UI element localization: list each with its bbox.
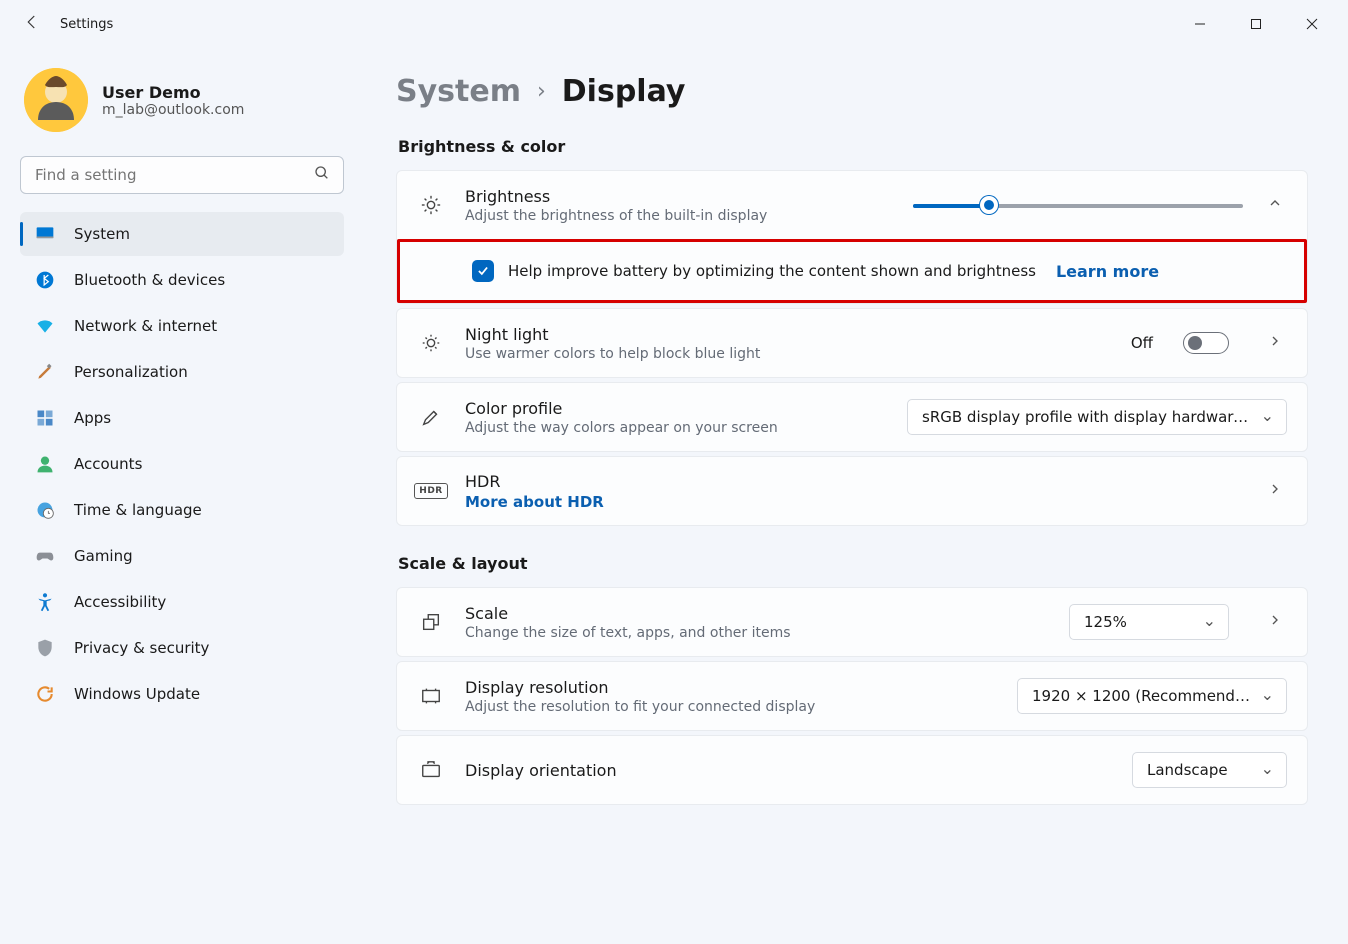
resolution-card[interactable]: Display resolution Adjust the resolution… [396, 661, 1308, 731]
resolution-desc: Adjust the resolution to fit your connec… [465, 699, 815, 715]
sidebar-item-label: Personalization [74, 363, 188, 381]
colorprofile-select[interactable]: sRGB display profile with display hardwa… [907, 399, 1287, 435]
shield-icon [34, 637, 56, 659]
search-wrap [20, 156, 344, 194]
hdr-title: HDR [465, 472, 604, 491]
back-button[interactable] [8, 13, 56, 35]
chevron-right-icon[interactable] [1263, 333, 1287, 353]
resolution-title: Display resolution [465, 678, 815, 697]
nightlight-desc: Use warmer colors to help block blue lig… [465, 346, 760, 362]
optimize-label: Help improve battery by optimizing the c… [508, 262, 1036, 280]
sidebar-item-label: Bluetooth & devices [74, 271, 225, 289]
nightlight-icon [417, 332, 445, 354]
sidebar-item-label: Time & language [74, 501, 202, 519]
nightlight-toggle[interactable] [1183, 332, 1229, 354]
sidebar-item-accessibility[interactable]: Accessibility [20, 580, 344, 624]
resolution-select[interactable]: 1920 × 1200 (Recommended) [1017, 678, 1287, 714]
breadcrumb-current: Display [562, 74, 686, 109]
sidebar-item-time[interactable]: Time & language [20, 488, 344, 532]
brush-icon [34, 361, 56, 383]
colorprofile-title: Color profile [465, 399, 778, 418]
chevron-right-icon[interactable] [1263, 612, 1287, 632]
section-scale-layout: Scale & layout [398, 554, 1308, 573]
hdr-icon: HDR [417, 483, 445, 499]
sidebar-item-system[interactable]: System [20, 212, 344, 256]
chevron-right-icon[interactable] [1263, 481, 1287, 501]
orientation-select[interactable]: Landscape [1132, 752, 1287, 788]
sidebar-item-label: Accounts [74, 455, 142, 473]
app-title: Settings [60, 17, 113, 32]
orientation-card[interactable]: Display orientation Landscape [396, 735, 1308, 805]
sidebar-item-gaming[interactable]: Gaming [20, 534, 344, 578]
apps-icon [34, 407, 56, 429]
wifi-icon [34, 315, 56, 337]
titlebar: Settings [0, 0, 1348, 48]
hdr-link[interactable]: More about HDR [465, 493, 604, 511]
sidebar-item-personalization[interactable]: Personalization [20, 350, 344, 394]
sidebar-item-label: Privacy & security [74, 639, 209, 657]
user-email: m_lab@outlook.com [102, 102, 244, 118]
brightness-optimize-row: Help improve battery by optimizing the c… [397, 239, 1307, 303]
hdr-card[interactable]: HDR HDR More about HDR [396, 456, 1308, 526]
brightness-card: Brightness Adjust the brightness of the … [396, 170, 1308, 304]
sidebar: User Demo m_lab@outlook.com System Bluet… [0, 48, 360, 944]
main-content: System › Display Brightness & color Brig… [360, 48, 1348, 944]
accessibility-icon [34, 591, 56, 613]
person-icon [34, 453, 56, 475]
optimize-checkbox[interactable] [472, 260, 494, 282]
avatar [24, 68, 88, 132]
close-button[interactable] [1284, 4, 1340, 44]
breadcrumb: System › Display [396, 74, 1308, 109]
update-icon [34, 683, 56, 705]
colorprofile-desc: Adjust the way colors appear on your scr… [465, 420, 778, 436]
sidebar-item-accounts[interactable]: Accounts [20, 442, 344, 486]
maximize-button[interactable] [1228, 4, 1284, 44]
sidebar-item-bluetooth[interactable]: Bluetooth & devices [20, 258, 344, 302]
sidebar-item-update[interactable]: Windows Update [20, 672, 344, 716]
search-input[interactable] [20, 156, 344, 194]
colorprofile-card[interactable]: Color profile Adjust the way colors appe… [396, 382, 1308, 452]
sidebar-item-label: Network & internet [74, 317, 217, 335]
bluetooth-icon [34, 269, 56, 291]
sidebar-item-apps[interactable]: Apps [20, 396, 344, 440]
sidebar-item-label: Accessibility [74, 593, 166, 611]
globe-clock-icon [34, 499, 56, 521]
orientation-title: Display orientation [465, 761, 617, 780]
orientation-icon [417, 759, 445, 781]
collapse-icon[interactable] [1263, 195, 1287, 215]
breadcrumb-parent[interactable]: System [396, 74, 521, 109]
brightness-desc: Adjust the brightness of the built-in di… [465, 208, 767, 224]
nightlight-title: Night light [465, 325, 760, 344]
learn-more-link[interactable]: Learn more [1056, 262, 1159, 281]
scale-title: Scale [465, 604, 791, 623]
sidebar-item-label: System [74, 225, 130, 243]
nav: System Bluetooth & devices Network & int… [20, 212, 344, 716]
scale-select[interactable]: 125% [1069, 604, 1229, 640]
section-brightness-color: Brightness & color [398, 137, 1308, 156]
search-icon [314, 165, 330, 185]
scale-icon [417, 611, 445, 633]
resolution-icon [417, 685, 445, 707]
sidebar-item-privacy[interactable]: Privacy & security [20, 626, 344, 670]
eyedropper-icon [417, 406, 445, 428]
scale-card[interactable]: Scale Change the size of text, apps, and… [396, 587, 1308, 657]
brightness-slider[interactable] [913, 195, 1243, 215]
scale-desc: Change the size of text, apps, and other… [465, 625, 791, 641]
gamepad-icon [34, 545, 56, 567]
sidebar-item-network[interactable]: Network & internet [20, 304, 344, 348]
sidebar-item-label: Gaming [74, 547, 133, 565]
sidebar-item-label: Apps [74, 409, 111, 427]
sidebar-item-label: Windows Update [74, 685, 200, 703]
brightness-row[interactable]: Brightness Adjust the brightness of the … [397, 171, 1307, 239]
breadcrumb-separator: › [537, 79, 546, 104]
user-name: User Demo [102, 83, 244, 102]
profile-block[interactable]: User Demo m_lab@outlook.com [20, 56, 344, 150]
nightlight-card[interactable]: Night light Use warmer colors to help bl… [396, 308, 1308, 378]
system-icon [34, 223, 56, 245]
nightlight-state: Off [1131, 334, 1153, 352]
brightness-title: Brightness [465, 187, 767, 206]
brightness-icon [417, 194, 445, 216]
minimize-button[interactable] [1172, 4, 1228, 44]
